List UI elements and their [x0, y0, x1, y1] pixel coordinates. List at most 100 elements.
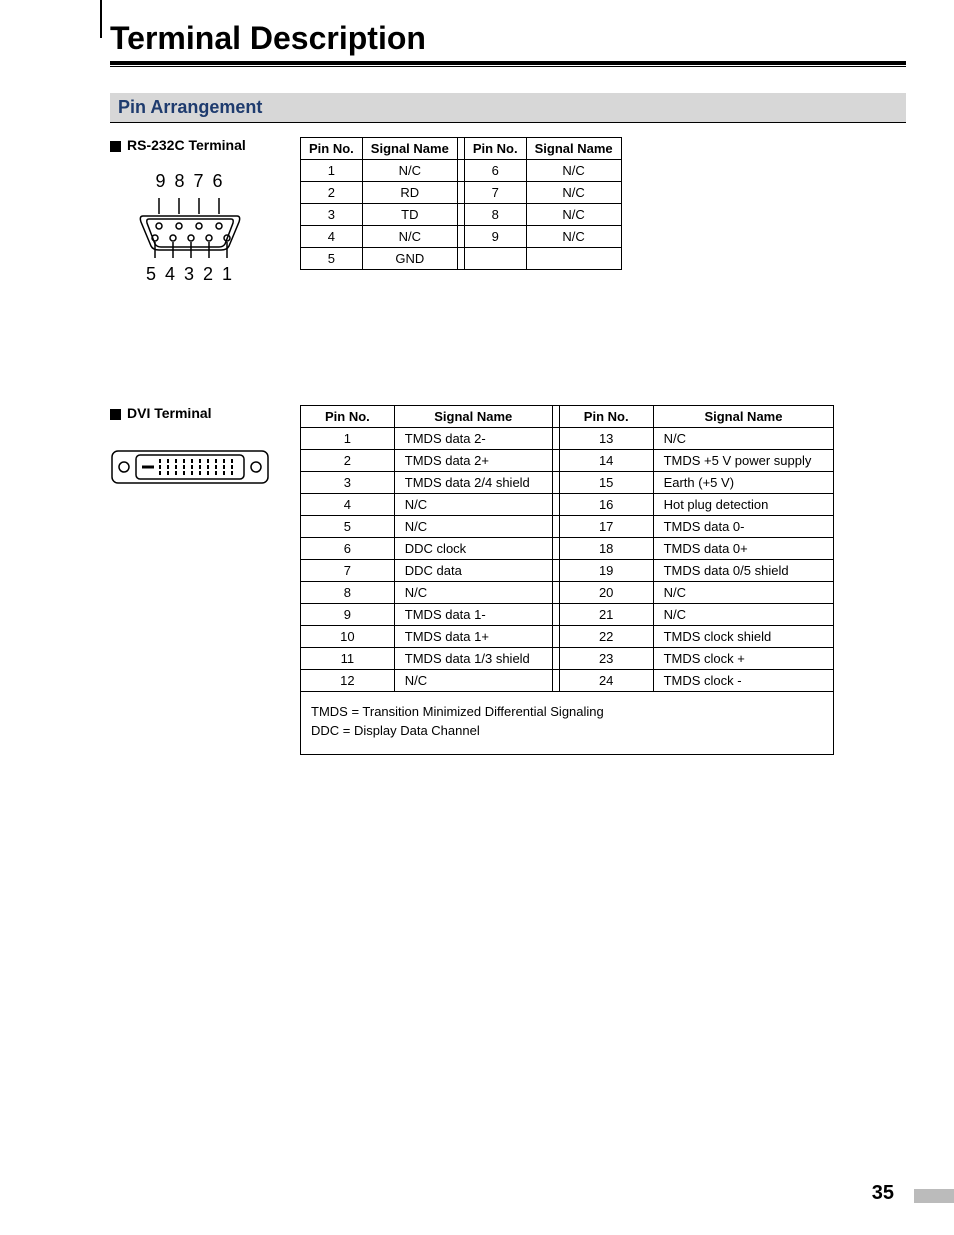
cell-signal: N/C [526, 226, 621, 248]
page-title: Terminal Description [110, 20, 906, 57]
cell-pin: 1 [301, 428, 395, 450]
table-gap [457, 204, 464, 226]
th-signal: Signal Name [653, 406, 834, 428]
cell-pin: 1 [301, 160, 363, 182]
cell-pin: 16 [559, 494, 653, 516]
dvi-connector-icon [110, 445, 270, 489]
th-pin: Pin No. [464, 138, 526, 160]
table-gap [552, 538, 559, 560]
square-bullet-icon [110, 409, 121, 420]
rs232-heading-text: RS-232C Terminal [127, 137, 246, 153]
table-gap [552, 648, 559, 670]
cell-signal: Hot plug detection [653, 494, 834, 516]
dvi-heading-text: DVI Terminal [127, 405, 212, 421]
table-gap [552, 626, 559, 648]
cell-pin: 22 [559, 626, 653, 648]
cell-pin: 7 [464, 182, 526, 204]
cell-signal: RD [362, 182, 457, 204]
db9-connector-icon [135, 198, 245, 258]
cell-pin: 6 [464, 160, 526, 182]
th-signal: Signal Name [362, 138, 457, 160]
th-pin: Pin No. [301, 406, 395, 428]
cell-pin: 12 [301, 670, 395, 692]
cell-pin [464, 248, 526, 270]
table-row: 11TMDS data 1/3 shield 23TMDS clock + [301, 648, 834, 670]
cell-pin: 8 [464, 204, 526, 226]
table-row: 6DDC clock18TMDS data 0+ [301, 538, 834, 560]
cell-signal: DDC clock [394, 538, 552, 560]
cell-pin: 4 [301, 494, 395, 516]
th-pin: Pin No. [559, 406, 653, 428]
page-number: 35 [872, 1182, 894, 1205]
cell-signal: TMDS data 1/3 shield [394, 648, 552, 670]
cell-pin: 10 [301, 626, 395, 648]
cell-pin: 3 [301, 204, 363, 226]
divider-thick [110, 61, 906, 65]
cell-signal: N/C [653, 428, 834, 450]
cell-signal: TMDS data 2/4 shield [394, 472, 552, 494]
cell-pin: 13 [559, 428, 653, 450]
th-pin: Pin No. [301, 138, 363, 160]
table-row: 3TD8N/C [301, 204, 622, 226]
table-gap [552, 406, 559, 428]
cell-pin: 9 [301, 604, 395, 626]
cell-pin: 18 [559, 538, 653, 560]
cell-signal: TMDS data 0+ [653, 538, 834, 560]
cell-signal: N/C [526, 182, 621, 204]
table-gap [552, 428, 559, 450]
cell-pin: 17 [559, 516, 653, 538]
table-gap [457, 182, 464, 204]
cell-pin: 23 [559, 648, 653, 670]
cell-signal: N/C [362, 226, 457, 248]
table-gap [457, 248, 464, 270]
page-tab-icon [914, 1189, 954, 1203]
rs232-bottom-pins: 5 4 3 2 1 [110, 264, 270, 285]
cell-signal [526, 248, 621, 270]
table-gap [552, 604, 559, 626]
table-row: 9TMDS data 1-21N/C [301, 604, 834, 626]
cell-pin: 3 [301, 472, 395, 494]
cell-signal: N/C [526, 204, 621, 226]
table-gap [552, 494, 559, 516]
table-row: 8N/C20N/C [301, 582, 834, 604]
table-row: 4N/C 16Hot plug detection [301, 494, 834, 516]
cell-signal: TMDS clock shield [653, 626, 834, 648]
dvi-notes: TMDS = Transition Minimized Differential… [300, 692, 834, 755]
cell-signal: TMDS data 0/5 shield [653, 560, 834, 582]
table-row: 5N/C17TMDS data 0- [301, 516, 834, 538]
table-row: 1N/C6N/C [301, 160, 622, 182]
square-bullet-icon [110, 141, 121, 152]
cell-pin: 19 [559, 560, 653, 582]
table-row: 7DDC data19TMDS data 0/5 shield [301, 560, 834, 582]
cell-signal: TMDS data 1- [394, 604, 552, 626]
cell-pin: 5 [301, 248, 363, 270]
th-signal: Signal Name [394, 406, 552, 428]
cell-signal: TMDS data 1+ [394, 626, 552, 648]
table-row: 1TMDS data 2- 13N/C [301, 428, 834, 450]
cell-pin: 14 [559, 450, 653, 472]
rs232-top-pins: 9 8 7 6 [110, 171, 270, 192]
cell-signal: N/C [394, 516, 552, 538]
cell-pin: 8 [301, 582, 395, 604]
table-header-row: Pin No. Signal Name Pin No. Signal Name [301, 406, 834, 428]
cell-signal: TMDS clock + [653, 648, 834, 670]
cell-pin: 5 [301, 516, 395, 538]
cell-signal: Earth (+5 V) [653, 472, 834, 494]
cell-pin: 11 [301, 648, 395, 670]
cell-signal: TMDS data 2- [394, 428, 552, 450]
cell-signal: N/C [362, 160, 457, 182]
cell-pin: 20 [559, 582, 653, 604]
table-gap [457, 160, 464, 182]
cell-signal: TMDS data 2+ [394, 450, 552, 472]
cell-signal: N/C [394, 494, 552, 516]
table-row: 3TMDS data 2/4 shield15Earth (+5 V) [301, 472, 834, 494]
note-ddc: DDC = Display Data Channel [311, 723, 823, 738]
table-header-row: Pin No. Signal Name Pin No. Signal Name [301, 138, 622, 160]
cell-signal: DDC data [394, 560, 552, 582]
table-row: 2RD 7N/C [301, 182, 622, 204]
rs232-pin-table: Pin No. Signal Name Pin No. Signal Name … [300, 137, 622, 270]
cell-pin: 24 [559, 670, 653, 692]
table-gap [552, 516, 559, 538]
table-gap [552, 450, 559, 472]
cell-pin: 2 [301, 182, 363, 204]
